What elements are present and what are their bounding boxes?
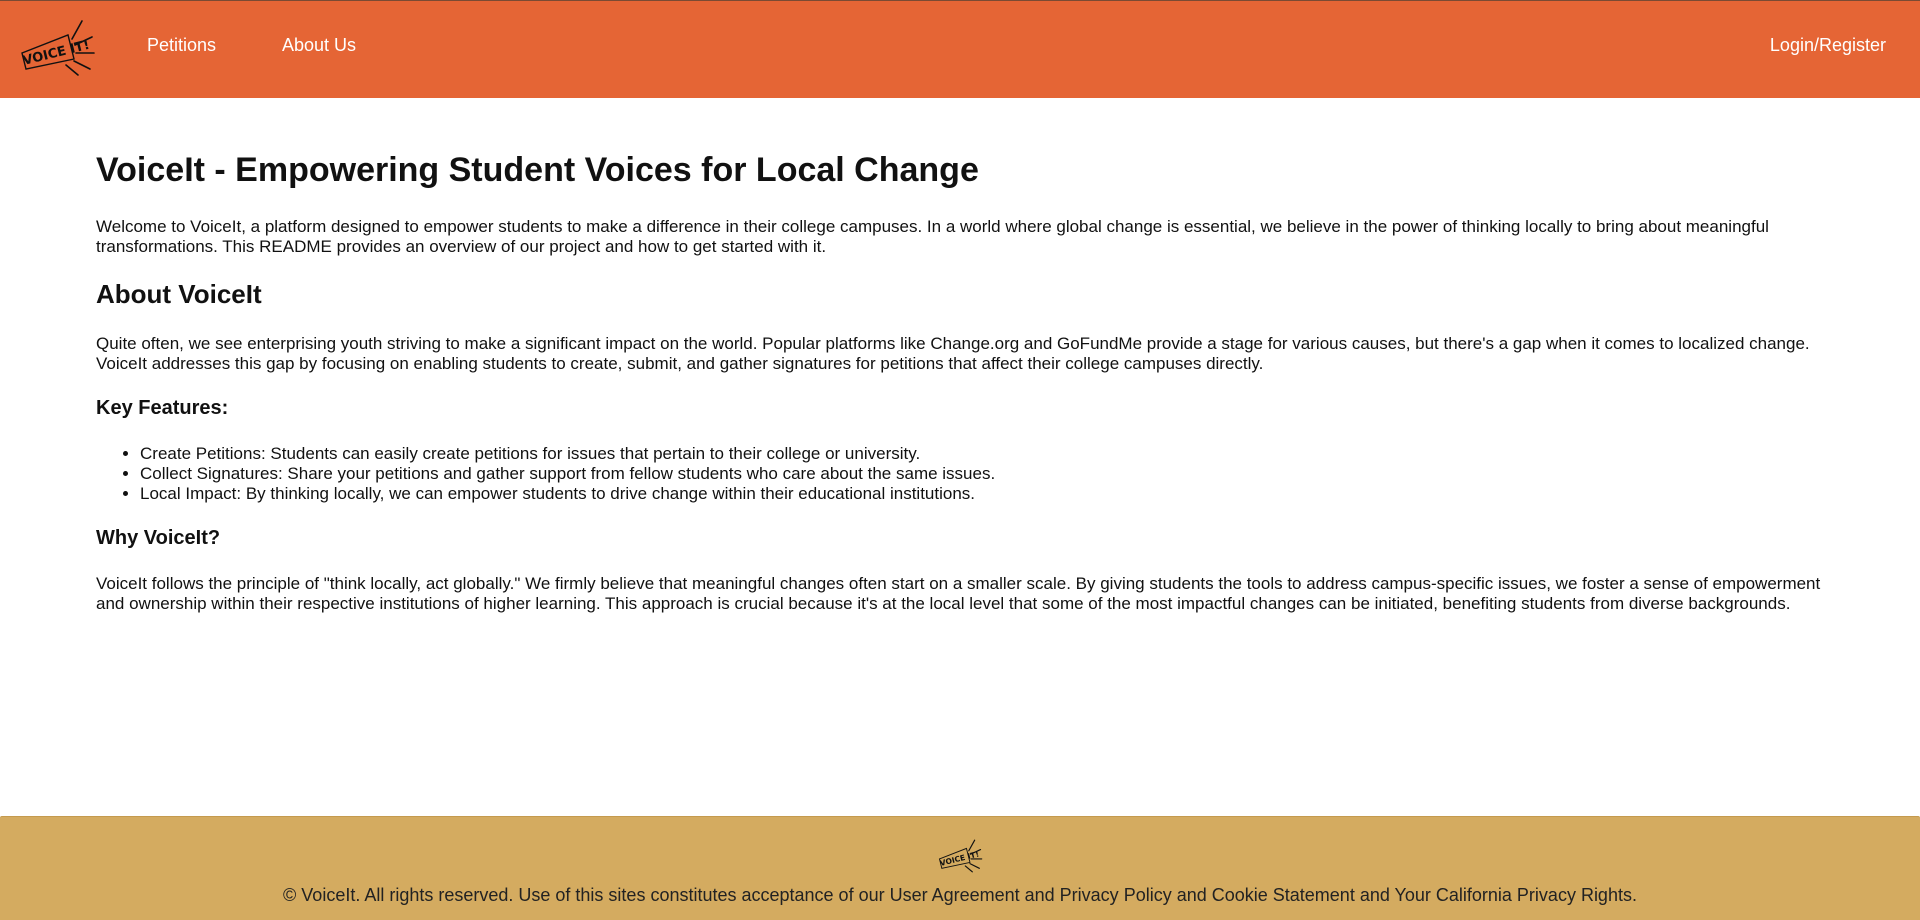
features-list: Create Petitions: Students can easily cr… — [96, 444, 1824, 504]
why-heading: Why VoiceIt? — [96, 526, 221, 549]
voiceit-logo-icon[interactable]: VOICE IT! — [18, 19, 96, 77]
key-features-heading: Key Features: — [96, 396, 229, 419]
footer: VOICE IT! © VoiceIt. All rights reserved… — [0, 816, 1920, 920]
feature-item: Collect Signatures: Share your petitions… — [140, 464, 1824, 484]
footer-copyright-text: © VoiceIt. All rights reserved. Use of t… — [283, 885, 1637, 905]
nav-petitions-link[interactable]: Petitions — [147, 35, 216, 56]
about-paragraph: Quite often, we see enterprising youth s… — [96, 333, 1810, 373]
footer-logo-icon: VOICE IT! — [938, 839, 983, 873]
readme-content: VoiceIt - Empowering Student Voices for … — [0, 98, 1920, 614]
about-heading: About VoiceIt — [96, 278, 262, 309]
feature-item: Create Petitions: Students can easily cr… — [140, 444, 1824, 464]
page: VOICE IT! Petitions About Us Login/Regis… — [0, 0, 1920, 920]
feature-item: Local Impact: By thinking locally, we ca… — [140, 484, 1824, 504]
nav-about-link[interactable]: About Us — [282, 35, 356, 56]
why-paragraph: VoiceIt follows the principle of "think … — [96, 573, 1821, 613]
intro-paragraph: Welcome to VoiceIt, a platform designed … — [96, 216, 1769, 256]
top-navbar: VOICE IT! Petitions About Us Login/Regis… — [0, 0, 1920, 98]
nav-login-register-link[interactable]: Login/Register — [1770, 35, 1886, 56]
page-title: VoiceIt - Empowering Student Voices for … — [96, 151, 979, 189]
